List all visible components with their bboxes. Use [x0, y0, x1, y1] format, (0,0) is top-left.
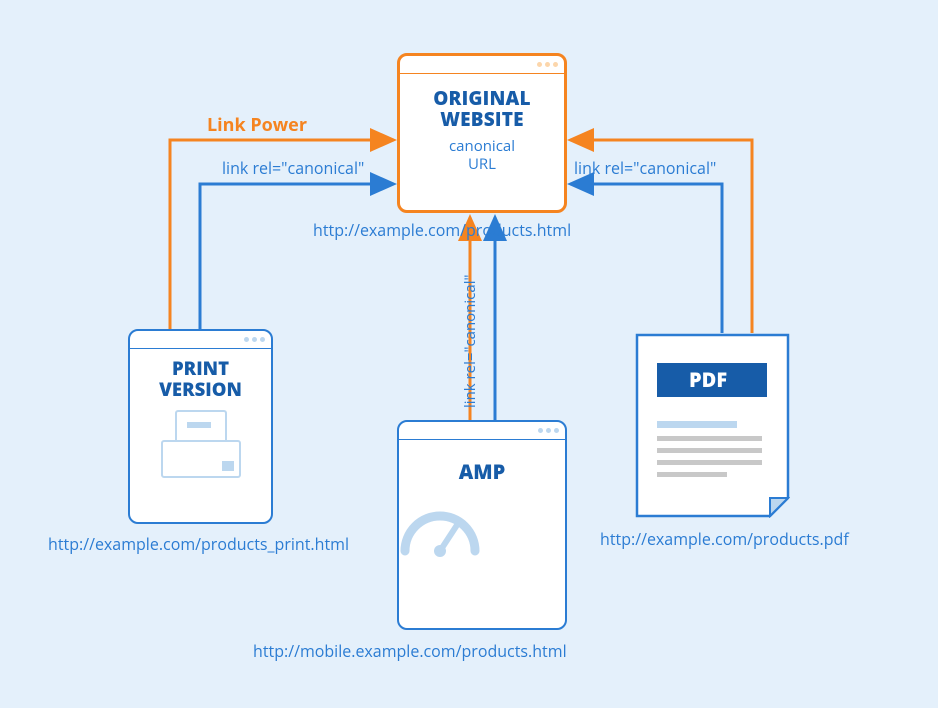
browser-chrome-icon	[399, 422, 565, 440]
print-version-node: PRINTVERSION	[128, 329, 273, 524]
pdf-title: PDF	[689, 366, 727, 393]
original-url: http://example.com/products.html	[313, 219, 571, 241]
original-subtitle: canonicalURL	[400, 137, 564, 174]
link-power-label: Link Power	[207, 113, 307, 137]
browser-chrome-icon	[130, 331, 271, 349]
amp-title: AMP	[399, 458, 565, 485]
canonical-label-left: link rel="canonical"	[222, 157, 364, 179]
gauge-icon	[399, 507, 481, 557]
amp-url: http://mobile.example.com/products.html	[253, 640, 567, 662]
printer-icon	[161, 410, 241, 480]
canonical-label-right: link rel="canonical"	[574, 157, 716, 179]
print-url: http://example.com/products_print.html	[48, 533, 349, 555]
amp-node: AMP	[397, 420, 567, 630]
canonical-label-mid: link rel="canonical"	[460, 275, 480, 408]
pdf-url: http://example.com/products.pdf	[600, 528, 849, 550]
browser-chrome-icon	[400, 56, 564, 74]
pdf-node: PDF	[635, 333, 790, 518]
original-title: ORIGINALWEBSITE	[400, 88, 564, 131]
print-title: PRINTVERSION	[130, 359, 271, 400]
original-website-node: ORIGINALWEBSITE canonicalURL	[397, 53, 567, 213]
